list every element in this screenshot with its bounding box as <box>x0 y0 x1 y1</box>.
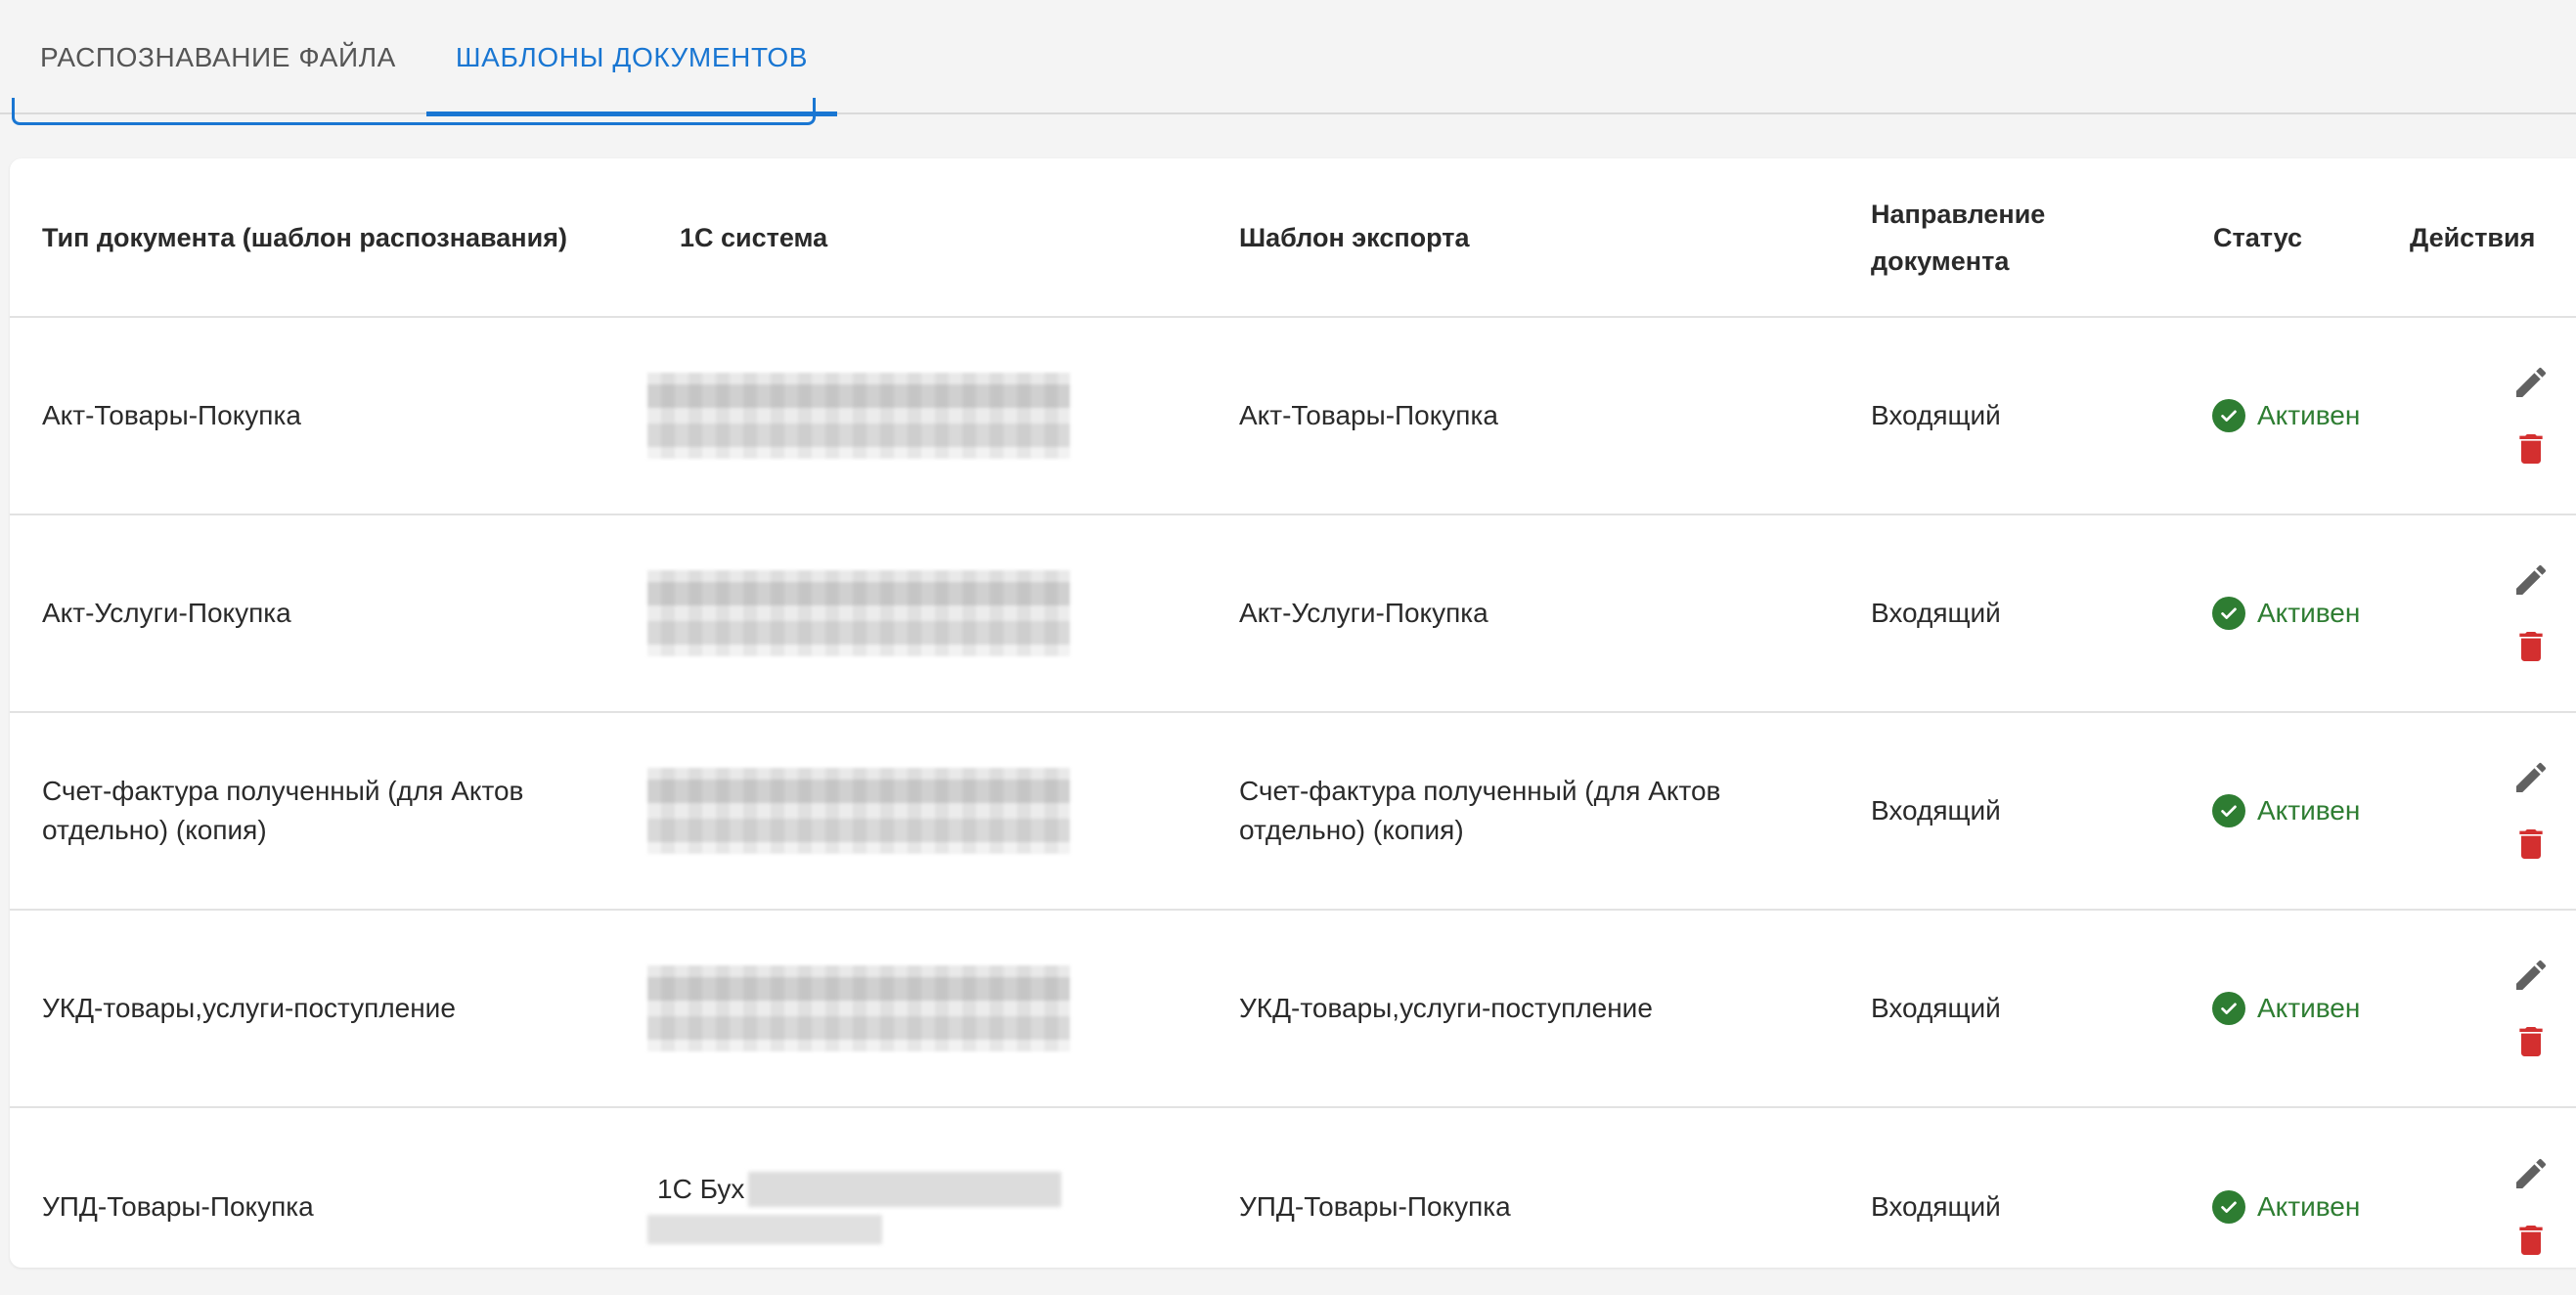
status-badge: Активен <box>2212 1187 2402 1227</box>
redaction-mask <box>647 1214 882 1244</box>
redacted-1c-system <box>647 965 1070 1051</box>
cell-doc-type: Счет-фактура полученный (для Актов отдел… <box>10 712 647 911</box>
redacted-1c-system <box>647 373 1070 459</box>
pencil-icon <box>2516 762 2547 792</box>
templates-table-card: Тип документа (шаблон распознавания) 1С … <box>10 158 2576 1268</box>
table-row: Акт-Товары-Покупка Акт-Товары-Покупка Вх… <box>10 317 2576 515</box>
table-header-row: Тип документа (шаблон распознавания) 1С … <box>10 158 2576 318</box>
cell-actions <box>2402 514 2576 713</box>
status-badge: Активен <box>2212 989 2402 1028</box>
edit-button[interactable] <box>2509 954 2553 997</box>
table-row: Акт-Услуги-Покупка Акт-Услуги-Покупка Вх… <box>10 514 2576 713</box>
delete-button[interactable] <box>2509 1219 2553 1262</box>
trash-icon <box>2519 632 2543 661</box>
cell-1c-system <box>647 910 1207 1108</box>
input-field-edge[interactable] <box>12 98 816 125</box>
cell-export-template: Акт-Услуги-Покупка <box>1207 514 1839 713</box>
cell-status: Активен <box>2181 317 2402 515</box>
delete-button[interactable] <box>2509 823 2553 866</box>
cell-doc-type: Акт-Услуги-Покупка <box>10 514 647 713</box>
delete-button[interactable] <box>2509 427 2553 470</box>
cell-export-template: УПД-Товары-Покупка <box>1239 1190 1511 1222</box>
edit-button[interactable] <box>2509 1152 2553 1195</box>
cell-1c-system <box>647 514 1207 713</box>
templates-table: Тип документа (шаблон распознавания) 1С … <box>10 158 2576 1268</box>
trash-icon <box>2519 434 2543 464</box>
cell-1c-system <box>647 317 1207 515</box>
delete-button[interactable] <box>2509 1020 2553 1063</box>
status-text: Активен <box>2257 1190 2361 1222</box>
table-row: УКД-товары,услуги-поступление УКД-товары… <box>10 910 2576 1108</box>
cell-direction: Входящий <box>1839 317 2181 515</box>
status-text: Активен <box>2257 400 2361 430</box>
cell-actions <box>2402 317 2576 515</box>
cell-status: Активен <box>2181 910 2402 1108</box>
status-text: Активен <box>2257 993 2361 1023</box>
cell-actions <box>2402 1107 2576 1268</box>
cell-direction: Входящий <box>1839 910 2181 1108</box>
redacted-1c-system <box>647 570 1070 656</box>
edit-button[interactable] <box>2509 756 2553 799</box>
header-actions: Действия <box>2402 158 2576 318</box>
cell-1c-system: 1С Бух <box>647 1107 1207 1268</box>
cell-status: Активен <box>2181 514 2402 713</box>
cell-actions <box>2402 712 2576 911</box>
status-badge: Активен <box>2212 594 2402 633</box>
pencil-icon <box>2516 367 2547 397</box>
pencil-icon <box>2516 564 2547 595</box>
header-direction: Направление документа <box>1839 158 2181 318</box>
status-text: Активен <box>2257 795 2361 826</box>
1c-system-prefix: 1С Бух <box>657 1173 745 1204</box>
pencil-icon <box>2516 960 2547 990</box>
cell-direction: Входящий <box>1871 1190 2001 1222</box>
cell-direction: Входящий <box>1839 712 2181 911</box>
header-1c-system: 1С система <box>647 158 1207 318</box>
cell-actions <box>2402 910 2576 1108</box>
check-circle-icon <box>2212 794 2245 827</box>
cell-export-template: УКД-товары,услуги-поступление <box>1207 910 1839 1108</box>
edit-button[interactable] <box>2509 361 2553 404</box>
cell-export-template: Акт-Товары-Покупка <box>1207 317 1839 515</box>
cell-doc-type: Акт-Товары-Покупка <box>10 317 647 515</box>
table-row: Счет-фактура полученный (для Актов отдел… <box>10 712 2576 911</box>
check-circle-icon <box>2212 992 2245 1025</box>
header-status: Статус <box>2181 158 2402 318</box>
partially-redacted-1c-system: 1С Бух <box>647 1170 1207 1244</box>
check-circle-icon <box>2212 1189 2245 1224</box>
cell-doc-type: УПД-Товары-Покупка <box>42 1190 314 1222</box>
cell-direction: Входящий <box>1839 514 2181 713</box>
check-circle-icon <box>2212 597 2245 630</box>
cell-export-template: Счет-фактура полученный (для Актов отдел… <box>1207 712 1839 911</box>
header-export-template: Шаблон экспорта <box>1207 158 1839 318</box>
check-circle-icon <box>2212 399 2245 432</box>
table-row: УПД-Товары-Покупка 1С Бух УПД-Товары-Пок… <box>10 1107 2576 1268</box>
pencil-icon <box>2516 1158 2547 1188</box>
redaction-mask <box>748 1171 1062 1207</box>
status-text: Активен <box>2257 598 2361 628</box>
edit-button[interactable] <box>2509 558 2553 602</box>
delete-button[interactable] <box>2509 625 2553 668</box>
cell-1c-system <box>647 712 1207 911</box>
cell-status: Активен <box>2181 712 2402 911</box>
header-doc-type: Тип документа (шаблон распознавания) <box>10 158 647 318</box>
status-badge: Активен <box>2212 791 2402 830</box>
cell-status: Активен <box>2181 1107 2402 1268</box>
trash-icon <box>2519 1225 2543 1255</box>
trash-icon <box>2519 829 2543 859</box>
cell-doc-type: УКД-товары,услуги-поступление <box>10 910 647 1108</box>
trash-icon <box>2519 1027 2543 1056</box>
redacted-1c-system <box>647 768 1070 854</box>
status-badge: Активен <box>2212 396 2402 435</box>
